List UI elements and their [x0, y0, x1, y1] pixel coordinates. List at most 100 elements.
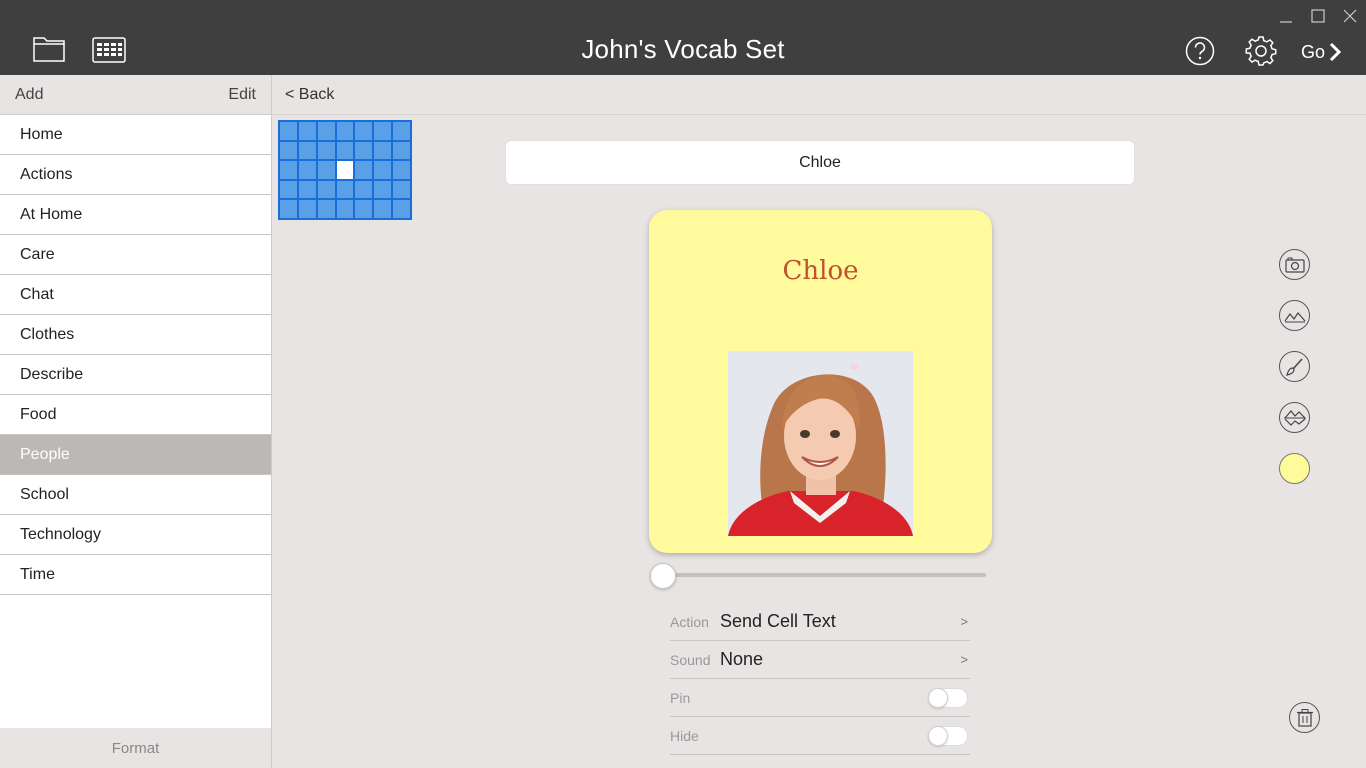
grid-cell[interactable]	[393, 141, 410, 160]
draw-button[interactable]	[1279, 351, 1310, 382]
sidebar-item-school[interactable]: School	[0, 475, 271, 515]
close-icon[interactable]	[1340, 6, 1360, 26]
grid-cell[interactable]	[374, 200, 392, 218]
grid-cell[interactable]	[393, 180, 410, 199]
cell-text-input[interactable]: Chloe	[505, 140, 1135, 185]
grid-cell[interactable]	[317, 122, 335, 140]
go-button[interactable]: Go	[1301, 40, 1342, 64]
sidebar-item-home[interactable]: Home	[0, 115, 271, 155]
sidebar-item-at-home[interactable]: At Home	[0, 195, 271, 235]
cell-properties: Action Send Cell Text > Sound None > Pin…	[670, 603, 970, 755]
grid-cell[interactable]	[374, 180, 392, 199]
cell-label: Chloe	[782, 256, 859, 286]
go-button-label: Go	[1301, 41, 1326, 62]
sidebar-item-technology[interactable]: Technology	[0, 515, 271, 555]
sidebar-item-actions[interactable]: Actions	[0, 155, 271, 195]
minimize-icon[interactable]	[1276, 6, 1296, 26]
grid-cell[interactable]	[355, 200, 373, 218]
add-button[interactable]: Add	[15, 86, 43, 104]
maximize-icon[interactable]	[1308, 6, 1328, 26]
edit-button[interactable]: Edit	[228, 86, 256, 104]
girl-portrait-image	[728, 351, 913, 536]
action-key: Action	[670, 613, 709, 630]
grid-cell[interactable]	[298, 200, 316, 218]
grid-cell[interactable]	[298, 161, 316, 179]
grid-cell[interactable]	[336, 141, 354, 160]
grid-cell[interactable]	[317, 161, 335, 179]
sound-value: None	[720, 649, 764, 669]
pin-row: Pin	[670, 679, 970, 717]
sound-chevron-icon: >	[960, 652, 968, 667]
format-button[interactable]: Format	[0, 728, 271, 768]
grid-cell[interactable]	[374, 122, 392, 140]
trash-icon	[1296, 708, 1313, 727]
gear-icon[interactable]	[1245, 35, 1277, 67]
symbol-image-button[interactable]	[1279, 402, 1310, 433]
grid-cell[interactable]	[317, 200, 335, 218]
cell-photo	[728, 351, 913, 536]
grid-cell[interactable]	[317, 141, 335, 160]
pages-sidebar: Add Edit Home Actions At Home Care Chat …	[0, 75, 272, 768]
pin-toggle-knob	[928, 688, 948, 708]
grid-cell[interactable]	[355, 141, 373, 160]
sidebar-header: Add Edit	[0, 75, 271, 115]
pin-toggle[interactable]	[928, 688, 968, 708]
camera-icon	[1284, 257, 1305, 273]
hide-toggle[interactable]	[928, 726, 968, 746]
sidebar-item-chat[interactable]: Chat	[0, 275, 271, 315]
image-library-button[interactable]	[1279, 300, 1310, 331]
brush-icon	[1285, 357, 1303, 376]
window-title: John's Vocab Set	[581, 34, 785, 64]
action-value: Send Cell Text	[720, 611, 836, 631]
back-button[interactable]: < Back	[285, 86, 334, 104]
grid-cell[interactable]	[298, 141, 316, 160]
page-grid-preview[interactable]	[278, 120, 412, 220]
action-chevron-icon: >	[960, 614, 968, 629]
grid-cell[interactable]	[355, 180, 373, 199]
grid-cell[interactable]	[280, 200, 297, 218]
pin-key: Pin	[670, 689, 691, 706]
sidebar-item-care[interactable]: Care	[0, 235, 271, 275]
grid-cell[interactable]	[393, 161, 410, 179]
cell-color-swatch[interactable]	[1279, 453, 1310, 484]
help-icon[interactable]	[1185, 36, 1215, 66]
grid-cell[interactable]	[280, 141, 297, 160]
grid-cell[interactable]	[298, 122, 316, 140]
grid-cell[interactable]	[298, 180, 316, 199]
chevron-right-icon	[1329, 42, 1342, 62]
sidebar-item-time[interactable]: Time	[0, 555, 271, 595]
grid-cell[interactable]	[393, 122, 410, 140]
cell-preview[interactable]: Chloe	[649, 210, 992, 553]
hide-row: Hide	[670, 717, 970, 755]
symbol-image-icon	[1283, 409, 1306, 426]
grid-cell[interactable]	[336, 180, 354, 199]
hide-toggle-knob	[928, 726, 948, 746]
slider-thumb[interactable]	[650, 563, 676, 589]
cell-size-slider[interactable]	[650, 563, 986, 589]
camera-button[interactable]	[1279, 249, 1310, 280]
grid-cell[interactable]	[393, 200, 410, 218]
title-bar: John's Vocab Set Go	[0, 0, 1366, 75]
delete-button[interactable]	[1289, 702, 1320, 733]
page-list: Home Actions At Home Care Chat Clothes D…	[0, 115, 271, 595]
sidebar-item-food[interactable]: Food	[0, 395, 271, 435]
grid-cell[interactable]	[280, 180, 297, 199]
sidebar-item-people[interactable]: People	[0, 435, 271, 475]
grid-cell[interactable]	[355, 122, 373, 140]
grid-cell[interactable]	[280, 122, 297, 140]
action-row[interactable]: Action Send Cell Text >	[670, 603, 970, 641]
grid-cell[interactable]	[355, 161, 373, 179]
grid-cell[interactable]	[336, 122, 354, 140]
grid-cell[interactable]	[336, 200, 354, 218]
sidebar-item-clothes[interactable]: Clothes	[0, 315, 271, 355]
sidebar-item-describe[interactable]: Describe	[0, 355, 271, 395]
hide-key: Hide	[670, 727, 699, 744]
navigation-bar: < Back	[273, 75, 1366, 115]
grid-cell[interactable]	[336, 161, 354, 179]
sound-key: Sound	[670, 651, 711, 668]
sound-row[interactable]: Sound None >	[670, 641, 970, 679]
grid-cell[interactable]	[374, 141, 392, 160]
grid-cell[interactable]	[317, 180, 335, 199]
grid-cell[interactable]	[374, 161, 392, 179]
grid-cell[interactable]	[280, 161, 297, 179]
